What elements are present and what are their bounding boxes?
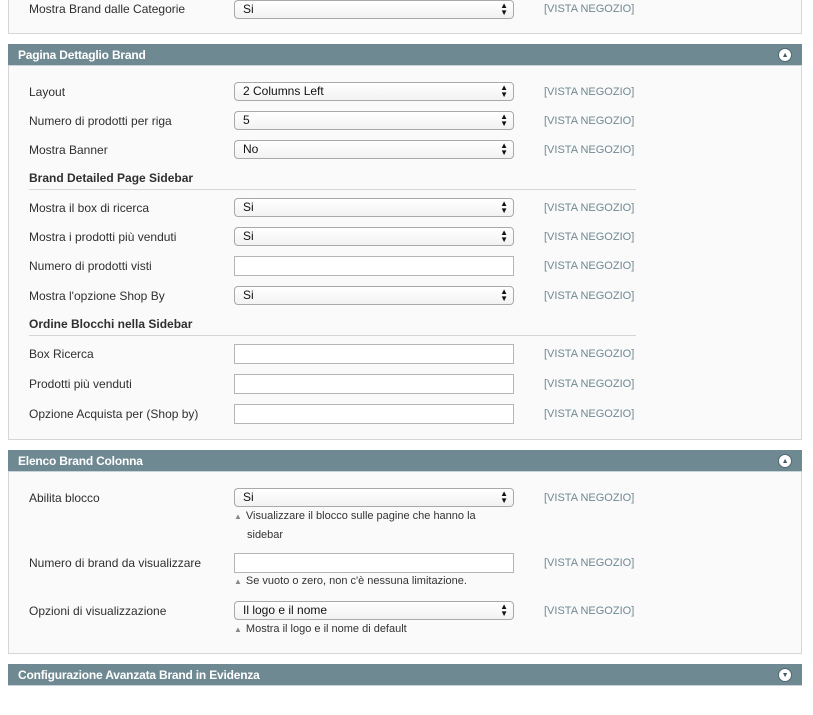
- select-box-ricerca[interactable]: Si ▲ ▼: [234, 198, 514, 217]
- select-prodotti-per-riga[interactable]: 5 ▲ ▼: [234, 111, 514, 130]
- collapse-up-icon[interactable]: ▲: [778, 48, 792, 62]
- scope-label: [VISTA NEGOZIO]: [544, 115, 635, 127]
- label-shop-by: Mostra l'opzione Shop By: [29, 289, 165, 303]
- select-arrows-icon: ▲ ▼: [500, 287, 508, 303]
- label-abilita-blocco: Abilita blocco: [29, 491, 100, 505]
- scope-label: [VISTA NEGOZIO]: [544, 605, 635, 617]
- select-arrows-icon: ▲ ▼: [500, 602, 508, 618]
- scope-label: [VISTA NEGOZIO]: [544, 290, 635, 302]
- label-numero-brand: Numero di brand da visualizzare: [29, 556, 202, 570]
- label-mostra-banner: Mostra Banner: [29, 143, 108, 157]
- select-arrows-icon: ▲ ▼: [500, 199, 508, 215]
- select-abilita-blocco[interactable]: Si ▲ ▼: [234, 488, 514, 507]
- select-shop-by[interactable]: Si ▲ ▼: [234, 286, 514, 305]
- note-opzioni-visualizzazione: ▲ Mostra il logo e il nome di default: [234, 620, 504, 639]
- note-line: Se vuoto o zero, non c'è nessuna limitaz…: [245, 575, 467, 587]
- input-order-box-ricerca[interactable]: [234, 344, 514, 364]
- select-arrows-icon: ▲ ▼: [500, 141, 508, 157]
- label-box-ricerca: Mostra il box di ricerca: [29, 201, 150, 215]
- select-value: Si: [243, 490, 254, 504]
- section-title: Configurazione Avanzata Brand in Evidenz…: [18, 668, 260, 682]
- scope-label: [VISTA NEGOZIO]: [544, 557, 635, 569]
- collapse-up-icon[interactable]: ▲: [778, 454, 792, 468]
- scope-label: [VISTA NEGOZIO]: [544, 348, 635, 360]
- select-prodotti-venduti[interactable]: Si ▲ ▼: [234, 227, 514, 246]
- select-arrows-icon: ▲ ▼: [500, 489, 508, 505]
- select-value: Si: [243, 200, 254, 214]
- select-layout[interactable]: 2 Columns Left ▲ ▼: [234, 82, 514, 101]
- select-value: 5: [243, 113, 250, 127]
- note-abilita-blocco: ▲ Visualizzare il blocco sulle pagine che…: [234, 507, 504, 544]
- section-header-elenco-brand-colonna[interactable]: Elenco Brand Colonna ▲: [8, 450, 802, 472]
- select-mostra-brand-categorie[interactable]: Si ▲ ▼: [234, 0, 514, 19]
- select-arrows-icon: ▲ ▼: [500, 1, 508, 17]
- note-line: Visualizzare il blocco sulle pagine che …: [245, 510, 476, 522]
- label-prodotti-per-riga: Numero di prodotti per riga: [29, 114, 172, 128]
- input-numero-brand[interactable]: [234, 553, 514, 573]
- label-mostra-brand-categorie: Mostra Brand dalle Categorie: [29, 2, 186, 16]
- select-arrows-icon: ▲ ▼: [500, 112, 508, 128]
- note-triangle-icon: ▲: [234, 512, 242, 521]
- select-value: Si: [243, 288, 254, 302]
- note-numero-brand: ▲ Se vuoto o zero, non c'è nessuna limita…: [234, 572, 504, 591]
- select-value: Si: [243, 229, 254, 243]
- select-value: No: [243, 142, 259, 156]
- select-arrows-icon: ▲ ▼: [500, 228, 508, 244]
- input-order-prodotti-venduti[interactable]: [234, 374, 514, 394]
- select-value: Si: [243, 2, 254, 16]
- section-header-configurazione-avanzata[interactable]: Configurazione Avanzata Brand in Evidenz…: [8, 664, 802, 686]
- select-value: 2 Columns Left: [243, 84, 324, 98]
- select-arrows-icon: ▲ ▼: [500, 83, 508, 99]
- input-order-shop-by[interactable]: [234, 404, 514, 424]
- select-value: Il logo e il nome: [243, 603, 328, 617]
- subheading-sidebar: Brand Detailed Page Sidebar: [29, 171, 636, 190]
- section-title: Pagina Dettaglio Brand: [18, 48, 146, 62]
- scope-label: [VISTA NEGOZIO]: [544, 231, 635, 243]
- label-order-prodotti-venduti: Prodotti più venduti: [29, 377, 132, 391]
- section-header-pagina-dettaglio-brand[interactable]: Pagina Dettaglio Brand ▲: [8, 44, 802, 66]
- scope-label: [VISTA NEGOZIO]: [544, 260, 635, 272]
- expand-down-icon[interactable]: ▼: [778, 668, 792, 682]
- scope-label: [VISTA NEGOZIO]: [544, 144, 635, 156]
- label-layout: Layout: [29, 85, 66, 99]
- scope-label: [VISTA NEGOZIO]: [544, 378, 635, 390]
- note-triangle-icon: ▲: [234, 577, 242, 586]
- section-title: Elenco Brand Colonna: [18, 454, 143, 468]
- label-prodotti-visti: Numero di prodotti visti: [29, 259, 152, 273]
- note-line: sidebar: [247, 529, 284, 541]
- label-order-shop-by: Opzione Acquista per (Shop by): [29, 407, 199, 421]
- scope-label: [VISTA NEGOZIO]: [544, 202, 635, 214]
- scope-label: [VISTA NEGOZIO]: [544, 3, 635, 15]
- note-line: Mostra il logo e il nome di default: [245, 623, 407, 635]
- label-order-box-ricerca: Box Ricerca: [29, 347, 94, 361]
- select-mostra-banner[interactable]: No ▲ ▼: [234, 140, 514, 159]
- scope-label: [VISTA NEGOZIO]: [544, 408, 635, 420]
- scope-label: [VISTA NEGOZIO]: [544, 492, 635, 504]
- input-prodotti-visti[interactable]: [234, 256, 514, 276]
- label-prodotti-venduti: Mostra i prodotti più venduti: [29, 230, 177, 244]
- scope-label: [VISTA NEGOZIO]: [544, 86, 635, 98]
- note-triangle-icon: ▲: [234, 625, 242, 634]
- label-opzioni-visualizzazione: Opzioni di visualizzazione: [29, 604, 167, 618]
- select-opzioni-visualizzazione[interactable]: Il logo e il nome ▲ ▼: [234, 601, 514, 620]
- subheading-ordine-blocchi: Ordine Blocchi nella Sidebar: [29, 317, 636, 336]
